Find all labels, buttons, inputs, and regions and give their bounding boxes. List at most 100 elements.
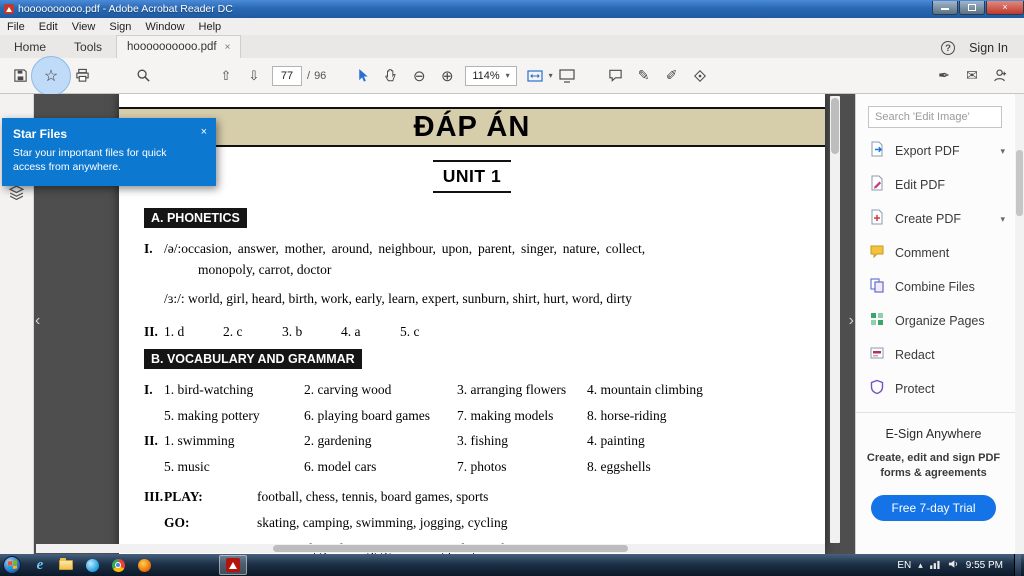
verb-row-go: GO: skating, camping, swimming, jogging,… <box>144 510 800 536</box>
save-icon[interactable] <box>7 64 33 88</box>
taskbar-acrobat-active[interactable] <box>219 555 247 575</box>
highlight-tool-icon[interactable]: ✎ <box>631 64 657 88</box>
menu-file[interactable]: File <box>0 21 32 33</box>
phonetics-item-2: II. 1. d 2. c 3. b 4. a 5. c <box>144 321 800 343</box>
horizontal-scrollbar-thumb[interactable] <box>272 545 628 552</box>
maximize-button[interactable] <box>959 0 985 15</box>
item-label: III. <box>144 489 164 504</box>
show-desktop-button[interactable] <box>1014 554 1021 576</box>
draw-tool-icon[interactable]: ✐ <box>659 64 685 88</box>
taskbar-chrome[interactable] <box>105 555 131 575</box>
collapse-left-pane-icon[interactable]: ‹ <box>35 312 40 330</box>
tool-combine-files[interactable]: Combine Files <box>856 270 1015 304</box>
menu-sign[interactable]: Sign <box>102 21 138 33</box>
zoom-in-icon[interactable]: ⊕ <box>434 64 460 88</box>
verb-row-play: III. PLAY: football, chess, tennis, boar… <box>144 484 800 510</box>
title-bar: hoooooooooo.pdf - Adobe Acrobat Reader D… <box>0 0 1024 18</box>
tooltip-close-icon[interactable]: × <box>201 126 207 138</box>
volume-icon[interactable] <box>948 559 959 571</box>
start-button[interactable] <box>3 556 21 574</box>
search-icon[interactable] <box>130 64 156 88</box>
vocab-cell: 7. photos <box>457 458 507 474</box>
menu-view[interactable]: View <box>65 21 103 33</box>
stamp-tool-icon[interactable] <box>687 64 713 88</box>
comment-tool-icon[interactable] <box>603 64 629 88</box>
taskbar-ie[interactable]: e <box>27 555 53 575</box>
collapse-right-pane-icon[interactable]: › <box>849 312 854 330</box>
tool-redact[interactable]: Redact <box>856 338 1015 372</box>
tool-comment[interactable]: Comment <box>856 236 1015 270</box>
print-icon[interactable] <box>69 64 95 88</box>
organize-pages-icon <box>869 311 885 332</box>
tool-edit-pdf[interactable]: Edit PDF <box>856 168 1015 202</box>
item-label: I. <box>144 241 153 256</box>
export-pdf-icon <box>869 141 885 162</box>
vocab-cell: 1. bird-watching <box>164 382 254 397</box>
tool-create-pdf[interactable]: Create PDF ▾ <box>856 202 1015 236</box>
tab-close-icon[interactable]: × <box>225 42 231 53</box>
zoom-level-value: 114% <box>472 69 500 82</box>
menu-edit[interactable]: Edit <box>32 21 65 33</box>
menu-window[interactable]: Window <box>138 21 191 33</box>
item-label: II. <box>144 433 158 448</box>
sign-in-button[interactable]: Sign In <box>969 41 1008 55</box>
acrobat-logo-icon <box>4 4 14 14</box>
maximize-icon <box>968 3 976 11</box>
vertical-scrollbar[interactable] <box>830 96 840 543</box>
free-trial-button[interactable]: Free 7-day Trial <box>871 494 996 521</box>
reading-mode-icon[interactable] <box>554 64 580 88</box>
phonetics-schwa-line-cont: monopoly, carrot, doctor <box>198 262 332 277</box>
horizontal-scrollbar[interactable] <box>36 544 825 553</box>
chevron-down-icon[interactable]: ▾ <box>549 71 553 80</box>
zoom-level-dropdown[interactable]: 114% ▾ <box>465 65 517 86</box>
close-button[interactable]: × <box>986 0 1024 15</box>
tab-home[interactable]: Home <box>0 36 60 58</box>
star-file-button[interactable]: ☆ <box>31 55 71 96</box>
taskbar-edge[interactable] <box>79 555 105 575</box>
tool-protect[interactable]: Protect <box>856 372 1015 406</box>
taskbar-explorer[interactable] <box>53 555 79 575</box>
vocab-cell: 3. fishing <box>457 433 509 448</box>
language-indicator[interactable]: EN <box>897 560 911 571</box>
unit-heading: UNIT 1 <box>432 160 512 193</box>
section-a-heading: A. PHONETICS <box>144 208 247 228</box>
tab-tools[interactable]: Tools <box>60 36 116 58</box>
panel-scrollbar-thumb[interactable] <box>1016 150 1023 216</box>
tool-organize-pages[interactable]: Organize Pages <box>856 304 1015 338</box>
answer-cell: 2. c <box>223 324 243 339</box>
layers-panel-icon[interactable] <box>8 184 25 206</box>
vertical-scrollbar-thumb[interactable] <box>831 98 839 154</box>
tab-document[interactable]: hoooooooooo.pdf × <box>116 35 242 58</box>
page-number-input[interactable]: 77 <box>272 65 302 86</box>
taskbar-firefox[interactable] <box>131 555 157 575</box>
phonetics-er-line: /ɜ:/: world, girl, heard, birth, work, e… <box>164 291 632 306</box>
zoom-out-icon[interactable]: ⊖ <box>406 64 432 88</box>
help-icon[interactable]: ? <box>941 41 956 55</box>
hand-tool-icon[interactable] <box>378 64 404 88</box>
star-files-tooltip: Star Files Star your important files for… <box>2 118 216 187</box>
next-page-icon[interactable]: ⇩ <box>241 64 267 88</box>
menu-help[interactable]: Help <box>192 21 229 33</box>
clock[interactable]: 9:55 PM <box>966 560 1003 571</box>
minimize-button[interactable] <box>932 0 958 15</box>
phonetics-schwa-line: /ə/:occasion, answer, mother, around, ne… <box>164 241 646 256</box>
answer-cell: 3. b <box>282 324 303 339</box>
fit-width-icon[interactable] <box>522 64 548 88</box>
vocab-cell: 8. horse-riding <box>587 407 667 423</box>
profile-icon[interactable] <box>987 64 1013 88</box>
network-icon[interactable] <box>929 560 941 571</box>
verb-items: skating, camping, swimming, jogging, cyc… <box>257 515 508 530</box>
answer-cell: 4. a <box>341 324 361 339</box>
minimize-icon <box>941 8 949 10</box>
send-email-icon[interactable]: ✉ <box>959 64 985 88</box>
item-label: I. <box>144 382 153 397</box>
tool-export-pdf[interactable]: Export PDF ▾ <box>856 134 1015 168</box>
select-tool-icon[interactable] <box>350 64 376 88</box>
verb-label: GO: <box>164 515 190 530</box>
tools-search-input[interactable] <box>868 106 1002 128</box>
show-hidden-icons[interactable]: ▴ <box>918 560 923 571</box>
tab-bar: Home Tools hoooooooooo.pdf × ? Sign In <box>0 35 1024 58</box>
fill-sign-icon[interactable]: ✒ <box>931 64 957 88</box>
previous-page-icon[interactable]: ⇧ <box>213 64 239 88</box>
panel-scrollbar[interactable] <box>1015 94 1024 554</box>
